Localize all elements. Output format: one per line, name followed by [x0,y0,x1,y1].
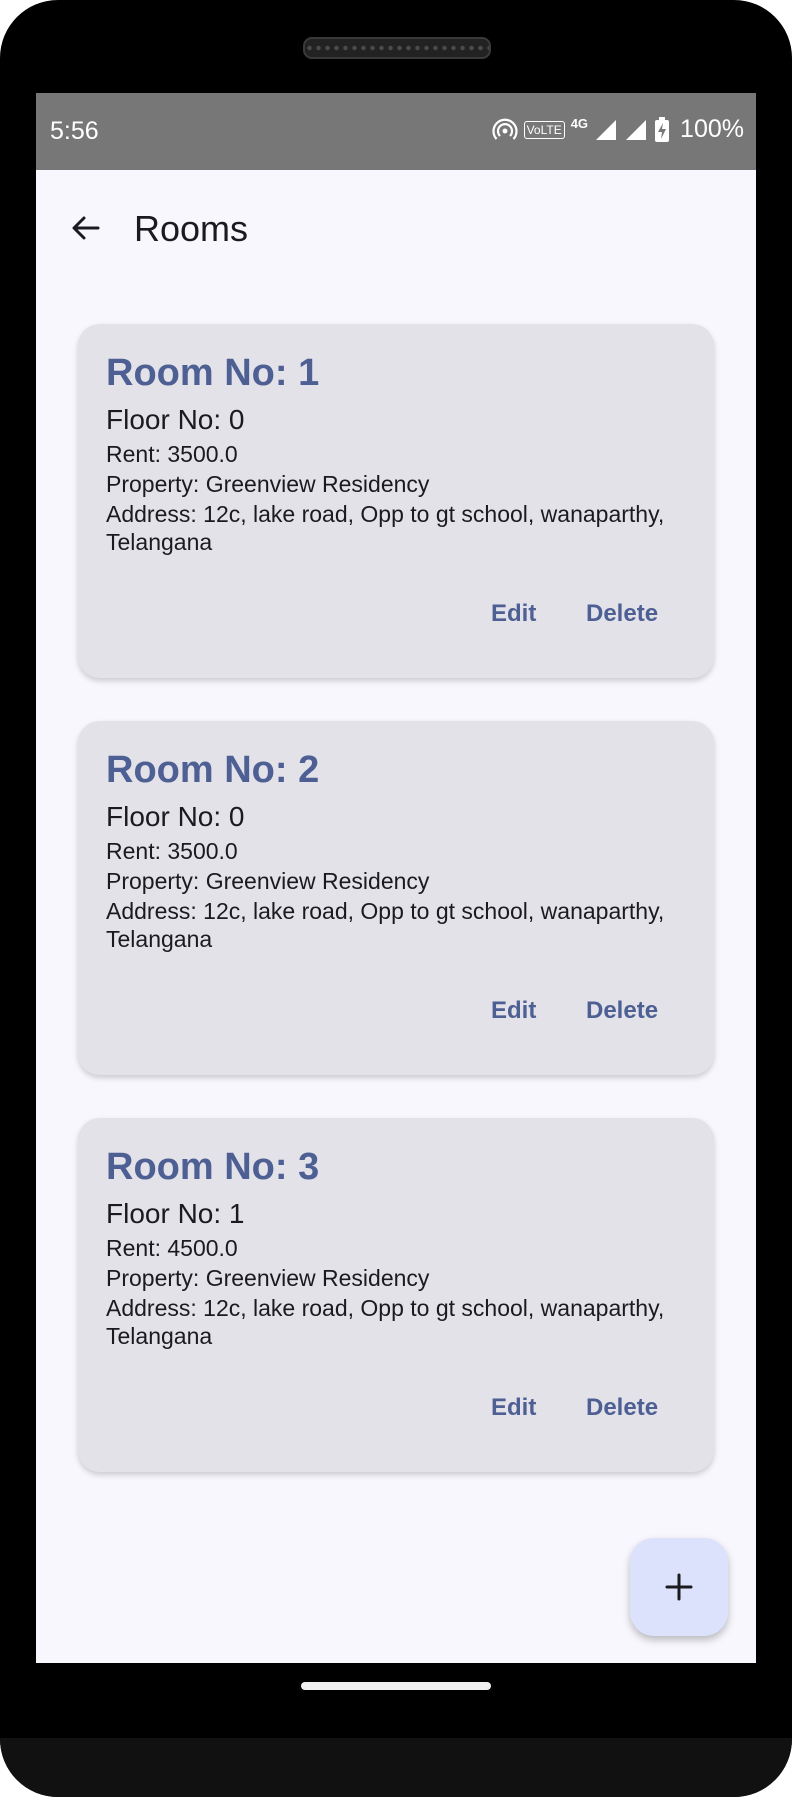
home-indicator[interactable] [301,1682,491,1690]
edit-button[interactable]: Edit [491,997,536,1025]
add-room-button[interactable] [630,1538,728,1636]
back-button[interactable] [64,206,108,250]
volte-icon: VoLTE [523,120,565,139]
room-rent: Rent: 4500.0 [106,1235,238,1261]
delete-button[interactable]: Delete [586,1394,658,1422]
delete-button[interactable]: Delete [586,600,658,628]
signal-icon [596,119,617,140]
phone-chin [0,1738,792,1797]
screen: 5:56 VoLTE 4G 100% Rooms Room No: 1 Floo… [36,93,756,1663]
delete-button[interactable]: Delete [586,997,658,1025]
page-title: Rooms [134,208,249,249]
arrow-back-icon [72,216,100,240]
room-card: Room No: 1 Floor No: 0 Rent: 3500.0 Prop… [78,324,714,678]
status-time: 5:56 [50,117,99,145]
network-type-icon: 4G [570,116,589,131]
status-icons: VoLTE 4G 100% [491,115,744,144]
room-card: Room No: 3 Floor No: 1 Rent: 4500.0 Prop… [78,1118,714,1472]
plus-icon [665,1573,693,1601]
room-property: Property: Greenview Residency [106,1265,430,1291]
room-property: Property: Greenview Residency [106,471,430,497]
earpiece-speaker [303,37,491,59]
room-floor: Floor No: 1 [106,1198,245,1229]
battery-percentage: 100% [680,115,744,143]
battery-charging-icon [655,116,670,142]
edit-button[interactable]: Edit [491,1394,536,1422]
room-title: Room No: 3 [106,1146,320,1188]
edit-button[interactable]: Edit [491,600,536,628]
room-address: Address: 12c, lake road, Opp to gt schoo… [106,898,665,952]
room-property: Property: Greenview Residency [106,868,430,894]
room-title: Room No: 1 [106,352,320,394]
room-address: Address: 12c, lake road, Opp to gt schoo… [106,501,665,555]
status-bar: 5:56 VoLTE 4G 100% [36,93,756,170]
signal-icon-2 [626,119,647,140]
room-rent: Rent: 3500.0 [106,838,238,864]
app-bar: Rooms [36,170,756,282]
room-title: Room No: 2 [106,749,320,791]
room-rent: Rent: 3500.0 [106,441,238,467]
room-address: Address: 12c, lake road, Opp to gt schoo… [106,1295,665,1349]
phone-frame: 5:56 VoLTE 4G 100% Rooms Room No: 1 Floo… [0,0,792,1797]
room-card: Room No: 2 Floor No: 0 Rent: 3500.0 Prop… [78,721,714,1075]
room-floor: Floor No: 0 [106,801,245,832]
room-floor: Floor No: 0 [106,404,245,435]
hotspot-icon [491,118,518,140]
